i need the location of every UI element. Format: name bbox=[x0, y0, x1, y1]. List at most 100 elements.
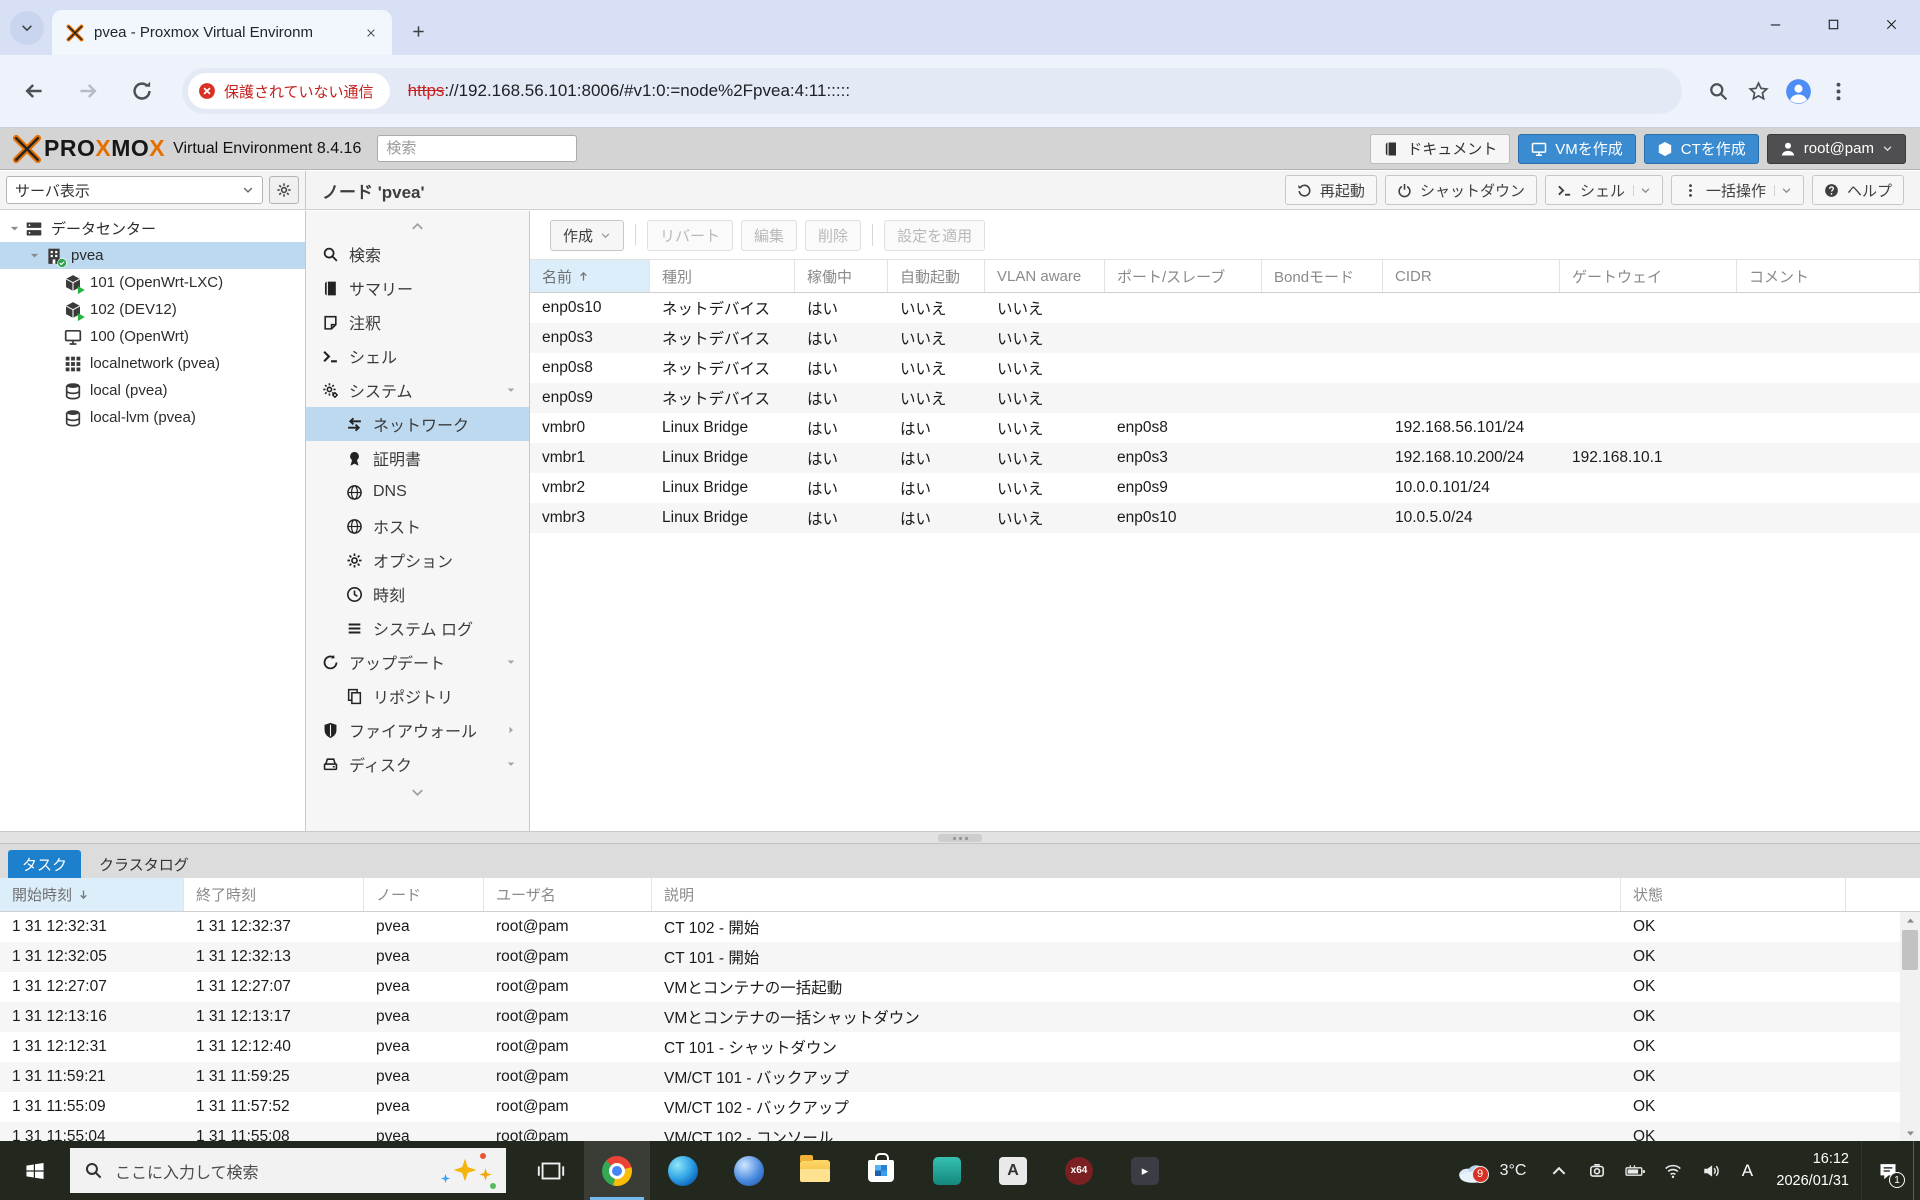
forward-button[interactable] bbox=[68, 71, 108, 111]
show-desktop-button[interactable] bbox=[1913, 1141, 1920, 1200]
taskbar-app-app-media[interactable]: ▸ bbox=[1112, 1141, 1178, 1200]
panel-splitter[interactable] bbox=[0, 831, 1920, 844]
net-col-name[interactable]: 名前 bbox=[530, 260, 650, 292]
back-button[interactable] bbox=[14, 71, 54, 111]
menu-item-notes[interactable]: 注釈 bbox=[306, 305, 529, 339]
task-col-start[interactable]: 開始時刻 bbox=[0, 878, 184, 911]
camera-tray-icon[interactable] bbox=[1578, 1141, 1616, 1200]
menu-item-repositories[interactable]: リポジトリ bbox=[306, 679, 529, 713]
help-button[interactable]: ヘルプ bbox=[1811, 175, 1904, 205]
battery-tray-icon[interactable] bbox=[1616, 1141, 1654, 1200]
tree-item-vm-100[interactable]: 100 (OpenWrt) bbox=[0, 323, 305, 350]
menu-item-options[interactable]: オプション bbox=[306, 543, 529, 577]
bulk-actions-button[interactable]: 一括操作 bbox=[1670, 175, 1804, 205]
create-vm-button[interactable]: VMを作成 bbox=[1518, 133, 1636, 164]
task-scrollbar[interactable] bbox=[1900, 912, 1920, 1141]
task-row[interactable]: 1 31 12:27:07 1 31 12:27:07 pvea root@pam VM… bbox=[0, 972, 1920, 1002]
edit-button[interactable]: 編集 bbox=[741, 219, 798, 251]
hidden-icons-button[interactable] bbox=[1540, 1141, 1578, 1200]
task-row[interactable]: 1 31 11:55:04 1 31 11:55:08 pvea root@pam VM… bbox=[0, 1122, 1920, 1141]
close-window-button[interactable] bbox=[1862, 0, 1920, 48]
menu-item-hosts[interactable]: ホスト bbox=[306, 509, 529, 543]
net-col-gateway[interactable]: ゲートウェイ bbox=[1560, 260, 1737, 292]
revert-button[interactable]: リバート bbox=[647, 219, 734, 251]
create-button[interactable]: 作成 bbox=[550, 219, 625, 251]
splitter-grip-icon[interactable] bbox=[938, 834, 982, 842]
pve-search-input[interactable] bbox=[377, 135, 578, 162]
net-row-vmbr0[interactable]: vmbr0 Linux Bridge はい はい いいえ enp0s8 192.168.56… bbox=[530, 413, 1920, 443]
taskbar-app-app-teal[interactable] bbox=[914, 1141, 980, 1200]
task-col-status[interactable]: 状態 bbox=[1621, 878, 1846, 911]
taskbar-app-app-a[interactable]: A bbox=[980, 1141, 1046, 1200]
menu-item-search[interactable]: 検索 bbox=[306, 237, 529, 271]
taskbar-app-app-blue-sphere[interactable] bbox=[716, 1141, 782, 1200]
menu-item-system[interactable]: システム bbox=[306, 373, 529, 407]
profile-button[interactable] bbox=[1778, 71, 1818, 111]
task-col-end[interactable]: 終了時刻 bbox=[184, 878, 364, 911]
view-selector[interactable]: サーバ表示 bbox=[6, 176, 263, 204]
taskbar-app-task-view[interactable] bbox=[518, 1141, 584, 1200]
create-ct-button[interactable]: CTを作成 bbox=[1643, 133, 1759, 164]
remove-button[interactable]: 削除 bbox=[805, 219, 862, 251]
net-row-vmbr3[interactable]: vmbr3 Linux Bridge はい はい いいえ enp0s10 10.0.5.0/… bbox=[530, 503, 1920, 533]
taskbar-app-file-explorer[interactable] bbox=[782, 1141, 848, 1200]
windows-search-box[interactable]: ここに入力して検索 bbox=[70, 1148, 506, 1193]
net-col-active[interactable]: 稼働中 bbox=[795, 260, 888, 292]
start-button[interactable] bbox=[0, 1141, 70, 1200]
zoom-button[interactable] bbox=[1698, 71, 1738, 111]
net-col-cidr[interactable]: CIDR bbox=[1383, 260, 1560, 292]
menu-item-network[interactable]: ネットワーク bbox=[306, 407, 529, 441]
user-menu-button[interactable]: root@pam bbox=[1766, 133, 1906, 164]
menu-scroll-down[interactable] bbox=[306, 781, 529, 803]
task-row[interactable]: 1 31 12:32:31 1 31 12:32:37 pvea root@pam CT… bbox=[0, 912, 1920, 942]
net-row-enp0s10[interactable]: enp0s10 ネットデバイス はい いいえ いいえ bbox=[530, 293, 1920, 323]
menu-item-syslog[interactable]: システム ログ bbox=[306, 611, 529, 645]
tree-item-storage-local[interactable]: local (pvea) bbox=[0, 377, 305, 404]
tree-item-storage-local-lvm[interactable]: local-lvm (pvea) bbox=[0, 404, 305, 431]
net-row-vmbr2[interactable]: vmbr2 Linux Bridge はい はい いいえ enp0s9 10.0.0.101… bbox=[530, 473, 1920, 503]
maximize-button[interactable] bbox=[1804, 0, 1862, 48]
menu-item-updates[interactable]: アップデート bbox=[306, 645, 529, 679]
scrollbar-thumb[interactable] bbox=[1902, 930, 1918, 970]
menu-item-certificates[interactable]: 証明書 bbox=[306, 441, 529, 475]
task-row[interactable]: 1 31 12:32:05 1 31 12:32:13 pvea root@pam CT… bbox=[0, 942, 1920, 972]
security-chip[interactable]: 保護されていない通信 bbox=[188, 73, 390, 109]
tab-tasks[interactable]: タスク bbox=[8, 850, 82, 878]
tab-search-button[interactable] bbox=[10, 11, 44, 45]
task-row[interactable]: 1 31 12:13:16 1 31 12:13:17 pvea root@pam VM… bbox=[0, 1002, 1920, 1032]
net-col-vlan[interactable]: VLAN aware bbox=[985, 260, 1105, 292]
menu-item-firewall[interactable]: ファイアウォール bbox=[306, 713, 529, 747]
task-col-desc[interactable]: 説明 bbox=[652, 878, 1621, 911]
reboot-button[interactable]: 再起動 bbox=[1284, 175, 1377, 205]
net-col-bond[interactable]: Bondモード bbox=[1262, 260, 1383, 292]
address-bar[interactable]: 保護されていない通信 https://192.168.56.101:8006/#… bbox=[182, 68, 1682, 114]
tree-settings-button[interactable] bbox=[269, 176, 299, 204]
task-row[interactable]: 1 31 11:59:21 1 31 11:59:25 pvea root@pam VM… bbox=[0, 1062, 1920, 1092]
scroll-down-arrow[interactable] bbox=[1900, 1125, 1920, 1141]
weather-widget[interactable]: 9 3°C bbox=[1442, 1158, 1541, 1184]
net-col-autostart[interactable]: 自動起動 bbox=[888, 260, 985, 292]
documentation-button[interactable]: ドキュメント bbox=[1370, 133, 1511, 164]
browser-menu-button[interactable] bbox=[1818, 71, 1858, 111]
new-tab-button[interactable] bbox=[402, 15, 434, 47]
task-col-node[interactable]: ノード bbox=[364, 878, 484, 911]
tab-cluster-log[interactable]: クラスタログ bbox=[85, 850, 203, 878]
apply-button[interactable]: 設定を適用 bbox=[884, 219, 986, 251]
network-tray-icon[interactable] bbox=[1654, 1141, 1692, 1200]
task-row[interactable]: 1 31 11:55:09 1 31 11:57:52 pvea root@pam VM… bbox=[0, 1092, 1920, 1122]
net-col-type[interactable]: 種別 bbox=[650, 260, 795, 292]
action-center-button[interactable]: 1 bbox=[1861, 1141, 1913, 1200]
net-row-enp0s8[interactable]: enp0s8 ネットデバイス はい いいえ いいえ bbox=[530, 353, 1920, 383]
net-col-ports[interactable]: ポート/スレーブ bbox=[1105, 260, 1262, 292]
minimize-button[interactable] bbox=[1746, 0, 1804, 48]
browser-tab[interactable]: pvea - Proxmox Virtual Environm bbox=[52, 10, 392, 55]
ime-indicator[interactable]: A bbox=[1730, 1161, 1764, 1181]
shell-button[interactable]: シェル bbox=[1544, 175, 1663, 205]
menu-item-dns[interactable]: DNS bbox=[306, 475, 529, 509]
tree-item-node-pvea[interactable]: pvea bbox=[0, 242, 305, 269]
volume-tray-icon[interactable] bbox=[1692, 1141, 1730, 1200]
menu-scroll-up[interactable] bbox=[306, 215, 529, 237]
shutdown-button[interactable]: シャットダウン bbox=[1384, 175, 1537, 205]
menu-item-shell[interactable]: シェル bbox=[306, 339, 529, 373]
tree-item-ct-102[interactable]: 102 (DEV12) bbox=[0, 296, 305, 323]
